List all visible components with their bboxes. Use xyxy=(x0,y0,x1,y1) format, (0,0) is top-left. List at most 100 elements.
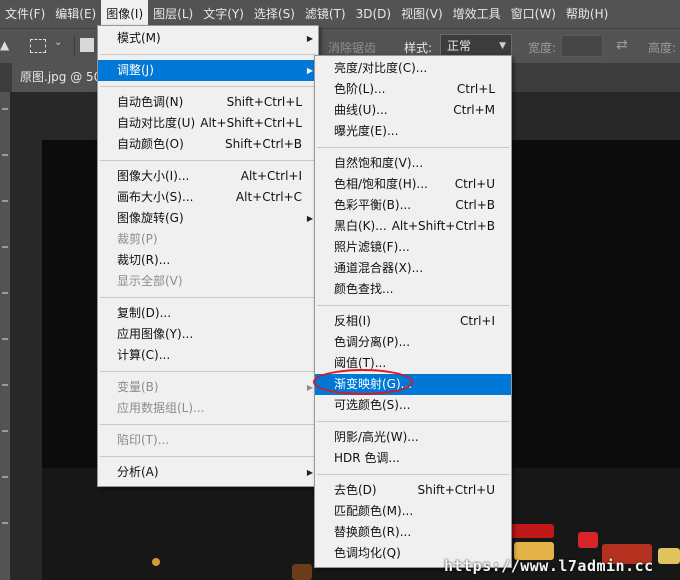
image-menu-item-0[interactable]: 模式(M) ▶ xyxy=(98,28,318,49)
image-menu-item-4[interactable]: 自动颜色(O) Shift+Ctrl+B xyxy=(98,134,318,155)
tools-panel xyxy=(0,92,10,580)
image-menu-item-7[interactable]: 图像旋转(G) ▶ xyxy=(98,208,318,229)
adjust-menu-item-8[interactable]: 照片滤镜(F)... xyxy=(315,237,511,258)
shortcut-label: Shift+Ctrl+B xyxy=(225,137,302,151)
tool-icon[interactable] xyxy=(2,384,8,386)
adjust-menu-item-label: 色相/饱和度(H)... xyxy=(334,177,428,191)
rectangular-marquee-icon[interactable] xyxy=(30,39,46,53)
adjust-menu-item-label: 反相(I) xyxy=(334,314,371,328)
width-label: 宽度: xyxy=(528,41,557,55)
menubar-item-2[interactable]: 图像(I) xyxy=(101,0,149,28)
adjust-menu-item-label: 通道混合器(X)... xyxy=(334,261,424,275)
adjust-menu-item-10[interactable]: 颜色查找... xyxy=(315,279,511,300)
adjust-menu-item-20[interactable]: 替换颜色(R)... xyxy=(315,522,511,543)
image-menu-item-17[interactable]: 分析(A) ▶ xyxy=(98,462,318,483)
image-menu-item-5[interactable]: 图像大小(I)... Alt+Ctrl+I xyxy=(98,166,318,187)
submenu-arrow-icon: ▶ xyxy=(306,383,313,392)
menubar-item-3[interactable]: 图层(L) xyxy=(148,0,198,28)
adjust-menu-item-4[interactable]: 自然饱和度(V)... xyxy=(315,153,511,174)
new-selection-icon[interactable] xyxy=(80,38,94,52)
image-menu-item-label: 应用数据组(L)... xyxy=(117,401,205,415)
image-menu-item-label: 陷印(T)... xyxy=(117,433,170,447)
image-menu-item-label: 变量(B) xyxy=(117,380,159,394)
shortcut-label: Shift+Ctrl+L xyxy=(226,95,302,109)
menubar-item-5[interactable]: 选择(S) xyxy=(249,0,300,28)
image-menu-item-11[interactable]: 复制(D)... xyxy=(98,303,318,324)
adjust-menu-item-19[interactable]: 匹配颜色(M)... xyxy=(315,501,511,522)
image-menu-item-label: 调整(J) xyxy=(117,63,154,77)
tool-icon[interactable] xyxy=(2,292,8,294)
adjust-menu-item-label: 曲线(U)... xyxy=(334,103,388,117)
adjust-menu-item-label: 自然饱和度(V)... xyxy=(334,156,424,170)
image-menu-item-1[interactable]: 调整(J) ▶ xyxy=(98,60,318,81)
image-menu-item-13[interactable]: 计算(C)... xyxy=(98,345,318,366)
menubar-item-4[interactable]: 文字(Y) xyxy=(198,0,249,28)
tool-icon[interactable] xyxy=(2,154,8,156)
adjust-menu-item-15[interactable]: 可选颜色(S)... xyxy=(315,395,511,416)
tool-icon[interactable] xyxy=(2,430,8,432)
adjust-menu-item-label: 亮度/对比度(C)... xyxy=(334,61,428,75)
adjust-menu-item-6[interactable]: 色彩平衡(B)... Ctrl+B xyxy=(315,195,511,216)
style-select[interactable]: 正常 ▼ xyxy=(440,34,512,56)
shortcut-label: Alt+Shift+Ctrl+B xyxy=(391,219,495,233)
chevron-down-icon[interactable]: ⌄ xyxy=(54,37,62,48)
image-menu-item-label: 画布大小(S)... xyxy=(117,190,194,204)
image-menu: 模式(M) ▶ 调整(J) ▶ 自动色调(N) Shift+Ctrl+L 自动对比度(U) A… xyxy=(97,25,319,487)
adjust-menu-item-label: 颜色查找... xyxy=(334,282,394,296)
adjust-menu-item-label: 黑白(K)... xyxy=(334,219,387,233)
shortcut-label: Ctrl+L xyxy=(456,82,495,96)
home-icon[interactable]: ▲ xyxy=(0,38,12,52)
menubar-item-6[interactable]: 滤镜(T) xyxy=(300,0,351,28)
chevron-down-icon: ▼ xyxy=(499,41,506,51)
image-menu-item-6[interactable]: 画布大小(S)... Alt+Ctrl+C xyxy=(98,187,318,208)
adjust-menu-item-18[interactable]: 去色(D) Shift+Ctrl+U xyxy=(315,480,511,501)
image-menu-item-label: 自动颜色(O) xyxy=(117,137,184,151)
adjust-menu-item-label: 阴影/高光(W)... xyxy=(334,430,419,444)
tool-icon[interactable] xyxy=(2,200,8,202)
adjust-menu-item-3[interactable]: 曝光度(E)... xyxy=(315,121,511,142)
adjust-menu-item-5[interactable]: 色相/饱和度(H)... Ctrl+U xyxy=(315,174,511,195)
swap-icon[interactable]: ⇄ xyxy=(616,37,628,53)
image-menu-item-9[interactable]: 裁切(R)... xyxy=(98,250,318,271)
tool-icon[interactable] xyxy=(2,522,8,524)
adjust-menu-item-16[interactable]: 阴影/高光(W)... xyxy=(315,427,511,448)
tool-icon[interactable] xyxy=(2,246,8,248)
adjust-menu-item-label: 可选颜色(S)... xyxy=(334,398,411,412)
adjust-menu-item-2[interactable]: 曲线(U)... Ctrl+M xyxy=(315,100,511,121)
menu-separator xyxy=(100,86,316,87)
image-menu-item-label: 自动对比度(U) xyxy=(117,116,196,130)
menu-separator xyxy=(317,474,509,475)
image-menu-item-8: 裁剪(P) xyxy=(98,229,318,250)
menubar-item-0[interactable]: 文件(F) xyxy=(0,0,50,28)
adjust-menu-item-9[interactable]: 通道混合器(X)... xyxy=(315,258,511,279)
image-menu-item-label: 自动色调(N) xyxy=(117,95,184,109)
menubar-item-7[interactable]: 3D(D) xyxy=(351,0,396,28)
image-menu-item-label: 分析(A) xyxy=(117,465,159,479)
adjust-menu-item-label: 曝光度(E)... xyxy=(334,124,399,138)
image-menu-item-3[interactable]: 自动对比度(U) Alt+Shift+Ctrl+L xyxy=(98,113,318,134)
image-menu-item-label: 模式(M) xyxy=(117,31,161,45)
menubar-item-9[interactable]: 增效工具 xyxy=(448,0,506,28)
menubar-item-10[interactable]: 窗口(W) xyxy=(506,0,561,28)
submenu-arrow-icon: ▶ xyxy=(306,34,313,43)
tool-icon[interactable] xyxy=(2,108,8,110)
image-menu-item-2[interactable]: 自动色调(N) Shift+Ctrl+L xyxy=(98,92,318,113)
adjust-menu-item-1[interactable]: 色阶(L)... Ctrl+L xyxy=(315,79,511,100)
adjust-menu-item-12[interactable]: 色调分离(P)... xyxy=(315,332,511,353)
image-menu-item-12[interactable]: 应用图像(Y)... xyxy=(98,324,318,345)
image-menu-item-label: 裁切(R)... xyxy=(117,253,171,267)
menubar-item-8[interactable]: 视图(V) xyxy=(396,0,448,28)
image-detail xyxy=(292,564,312,580)
menubar-item-1[interactable]: 编辑(E) xyxy=(50,0,101,28)
adjust-menu-item-11[interactable]: 反相(I) Ctrl+I xyxy=(315,311,511,332)
adjust-menu-item-0[interactable]: 亮度/对比度(C)... xyxy=(315,58,511,79)
tool-icon[interactable] xyxy=(2,338,8,340)
tool-icon[interactable] xyxy=(2,476,8,478)
width-input[interactable] xyxy=(561,35,603,57)
menu-separator xyxy=(317,305,509,306)
adjust-menu-item-7[interactable]: 黑白(K)... Alt+Shift+Ctrl+B xyxy=(315,216,511,237)
menubar-item-11[interactable]: 帮助(H) xyxy=(561,0,613,28)
menu-separator xyxy=(100,54,316,55)
adjust-menu-item-17[interactable]: HDR 色调... xyxy=(315,448,511,469)
shortcut-label: Alt+Shift+Ctrl+L xyxy=(200,116,302,130)
